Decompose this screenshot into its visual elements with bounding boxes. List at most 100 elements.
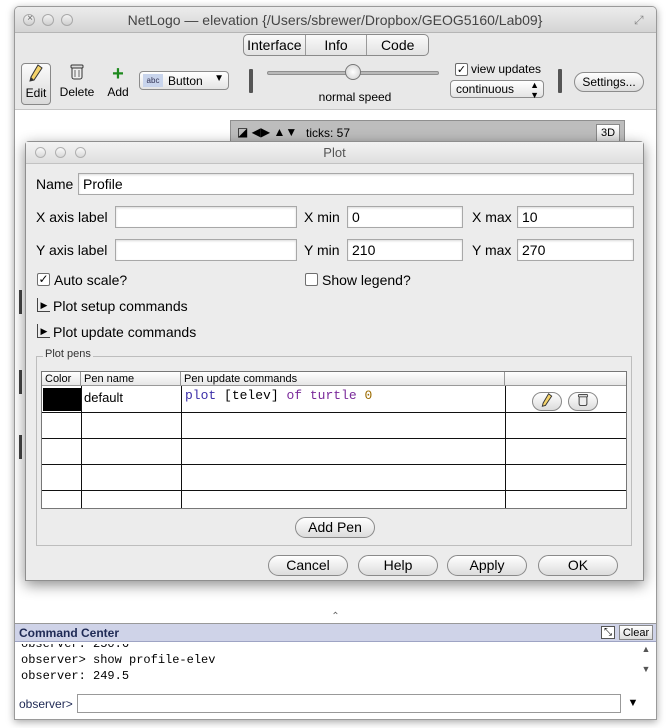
update-mode-select[interactable]: continuous ▲ ▼ <box>450 80 544 100</box>
code-token: turtle <box>309 388 357 403</box>
show-legend-label: Show legend? <box>322 272 411 288</box>
widget-type-select[interactable]: abc Button ▼ <box>139 71 229 90</box>
plot-pens-group: Plot pens Color Pen name Pen update comm… <box>36 348 632 546</box>
output-line: observer: 249.5 <box>21 669 130 683</box>
plot-name-field[interactable] <box>78 173 634 195</box>
auto-scale-checkbox[interactable]: ✓ <box>37 273 50 286</box>
plot-update-commands-toggle[interactable]: Plot update commands <box>53 324 196 340</box>
output-line: observer: 250.6 <box>21 644 130 651</box>
tab-code[interactable]: Code <box>367 35 428 55</box>
row-divider <box>42 438 626 439</box>
widget-edge-marker <box>19 435 22 459</box>
command-center: Command Center ⤡ Clear observer: 250.6 o… <box>15 623 656 719</box>
settings-button[interactable]: Settings... <box>574 72 644 92</box>
output-scrollbar[interactable]: ▲ ▼ <box>639 644 653 694</box>
show-legend-checkbox[interactable] <box>305 273 318 286</box>
dialog-title: Plot <box>323 145 346 160</box>
command-input[interactable] <box>77 694 621 713</box>
apply-button[interactable]: Apply <box>447 555 527 576</box>
disclosure-triangle-icon[interactable]: ▶ <box>37 298 50 312</box>
checkmark-icon: ✓ <box>38 272 49 286</box>
row-divider <box>42 412 626 413</box>
clear-button[interactable]: Clear <box>619 625 653 640</box>
pen-name-column-header[interactable]: Pen name <box>81 372 181 386</box>
cancel-button[interactable]: Cancel <box>268 555 348 576</box>
pen-color-swatch[interactable] <box>43 388 81 411</box>
code-token: [telev] <box>216 388 287 403</box>
command-prompt-label: observer> <box>19 697 73 711</box>
code-token: 0 <box>364 388 373 403</box>
ticks-counter: ticks: 57 <box>306 126 351 140</box>
color-column-header[interactable]: Color <box>42 372 81 386</box>
zoom-window-button[interactable] <box>61 14 73 26</box>
edit-button[interactable]: Edit <box>21 63 51 105</box>
widget-type-value: Button <box>168 74 203 88</box>
x-max-field[interactable] <box>517 206 634 228</box>
minimize-window-button[interactable] <box>42 14 54 26</box>
delete-pen-button[interactable] <box>568 392 598 411</box>
edit-pen-button[interactable] <box>532 392 562 411</box>
view-updates-checkbox[interactable]: ✓ <box>455 63 468 76</box>
toolbar-divider <box>558 69 562 93</box>
updown-chevron-icon: ▲ ▼ <box>530 80 539 100</box>
y-max-field[interactable] <box>517 239 634 261</box>
y-max-label: Y max <box>472 242 512 258</box>
command-center-title: Command Center <box>19 626 120 640</box>
pencil-icon <box>22 64 50 86</box>
edit-label: Edit <box>25 86 47 100</box>
y-axis-label: Y axis label <box>36 242 108 258</box>
row-divider <box>42 464 626 465</box>
x-axis-label-field[interactable] <box>115 206 297 228</box>
add-button[interactable]: + Add <box>105 63 131 105</box>
history-dropdown-icon[interactable]: ▼ <box>625 694 641 713</box>
tab-info[interactable]: Info <box>306 35 368 55</box>
close-icon: × <box>27 13 33 24</box>
disclosure-triangle-icon[interactable]: ▶ <box>37 324 50 338</box>
close-window-button[interactable]: × <box>23 13 35 26</box>
view-controls-icon[interactable]: ◪ ◀▶ ▲▼ <box>237 125 297 139</box>
help-button[interactable]: Help <box>358 555 438 576</box>
window-title: NetLogo — elevation {/Users/sbrewer/Drop… <box>127 12 543 28</box>
toolbar: Edit Delete + Add abc Button ▼ normal sp… <box>15 57 656 109</box>
pen-name-cell[interactable]: default <box>84 390 123 405</box>
speed-label: normal speed <box>318 90 392 104</box>
y-axis-label-field[interactable] <box>115 239 297 261</box>
auto-scale-label: Auto scale? <box>54 272 128 288</box>
speed-slider-thumb[interactable] <box>345 64 361 80</box>
widget-edge-marker <box>19 290 22 314</box>
x-min-field[interactable] <box>347 206 463 228</box>
pane-splitter[interactable]: ⌃ <box>15 612 656 623</box>
pen-commands-column-header[interactable]: Pen update commands <box>181 372 505 386</box>
x-min-label: X min <box>304 209 340 225</box>
pens-table: Color Pen name Pen update commands defau… <box>41 371 627 509</box>
plot-setup-commands-toggle[interactable]: Plot setup commands <box>53 298 188 314</box>
pencil-icon <box>541 393 553 407</box>
ok-button[interactable]: OK <box>538 555 618 576</box>
y-min-field[interactable] <box>347 239 463 261</box>
command-center-header: Command Center ⤡ Clear <box>15 624 656 642</box>
popout-icon[interactable]: ⤡ <box>601 626 615 639</box>
row-divider <box>42 490 626 491</box>
delete-label: Delete <box>59 85 95 99</box>
view-updates-label: view updates <box>471 62 542 76</box>
dialog-title-bar: Plot <box>26 142 643 164</box>
fullscreen-icon[interactable]: ⤢ <box>634 13 648 27</box>
command-output: observer: 250.6 observer> show profile-e… <box>21 644 633 694</box>
x-axis-label: X axis label <box>36 209 108 225</box>
code-token: of <box>286 388 303 403</box>
code-token: plot <box>185 388 217 403</box>
add-pen-button[interactable]: Add Pen <box>295 517 375 538</box>
pen-update-commands-cell[interactable]: plot [telev] of turtle 0 <box>185 388 372 403</box>
name-label: Name <box>36 176 74 192</box>
tab-interface[interactable]: Interface <box>244 35 306 55</box>
trash-icon <box>577 394 589 406</box>
delete-button[interactable]: Delete <box>59 63 95 105</box>
add-label: Add <box>107 85 129 99</box>
widget-edge-marker <box>19 370 22 394</box>
view-3d-button[interactable]: 3D <box>596 124 620 142</box>
pen-actions-column-header <box>505 372 626 386</box>
trash-icon <box>59 63 95 85</box>
title-bar: × NetLogo — elevation {/Users/sbrewer/Dr… <box>15 7 656 33</box>
plot-pens-label: Plot pens <box>43 348 93 360</box>
